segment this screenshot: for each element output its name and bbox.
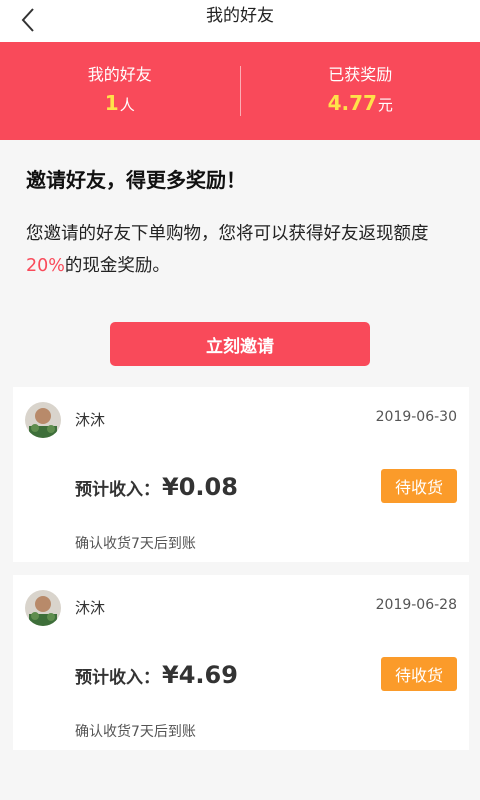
income-amount: ¥0.08 — [162, 473, 238, 501]
rewards-amount: 4.77 — [327, 91, 377, 115]
nav-bar: 我的好友 — [0, 0, 480, 42]
settlement-note: 确认收货7天后到账 — [75, 536, 196, 552]
order-date: 2019-06-28 — [375, 597, 457, 613]
friends-unit: 人 — [119, 96, 135, 114]
order-date: 2019-06-30 — [375, 409, 457, 425]
order-card: 沐沐 2019-06-30 预计收入： ¥0.08 待收货 确认收货7天后到账 — [13, 387, 469, 562]
friends-count: 1 — [104, 91, 119, 115]
user-avatar-icon — [25, 590, 61, 626]
income-amount: ¥4.69 — [162, 661, 238, 689]
user-avatar-icon — [25, 402, 61, 438]
rewards-unit: 元 — [377, 96, 393, 114]
invite-intro: 邀请好友，得更多奖励！ 您邀请的好友下单购物，您将可以获得好友返现额度20%的现… — [0, 140, 480, 282]
status-badge[interactable]: 待收货 — [381, 657, 457, 691]
invite-button[interactable]: 立刻邀请 — [110, 322, 370, 366]
income-label: 预计收入： — [75, 668, 160, 688]
friends-stat-label: 我的好友 — [87, 65, 152, 84]
friend-name: 沐沐 — [75, 411, 106, 429]
friends-stat: 我的好友 1人 — [0, 65, 240, 117]
order-card: 沐沐 2019-06-28 预计收入： ¥4.69 待收货 确认收货7天后到账 — [13, 575, 469, 750]
rewards-stat-label: 已获奖励 — [328, 65, 393, 84]
invite-headline: 邀请好友，得更多奖励！ — [26, 168, 246, 192]
page-title: 我的好友 — [206, 6, 274, 26]
reward-percent: 20% — [26, 256, 65, 276]
settlement-note: 确认收货7天后到账 — [75, 724, 196, 740]
income-label: 预计收入： — [75, 480, 160, 500]
status-badge[interactable]: 待收货 — [381, 469, 457, 503]
rewards-stat: 已获奖励 4.77元 — [241, 65, 480, 117]
invite-description: 您邀请的好友下单购物，您将可以获得好友返现额度20%的现金奖励。 — [26, 224, 429, 276]
friend-name: 沐沐 — [75, 599, 106, 617]
stats-banner: 我的好友 1人 已获奖励 4.77元 — [0, 42, 480, 140]
